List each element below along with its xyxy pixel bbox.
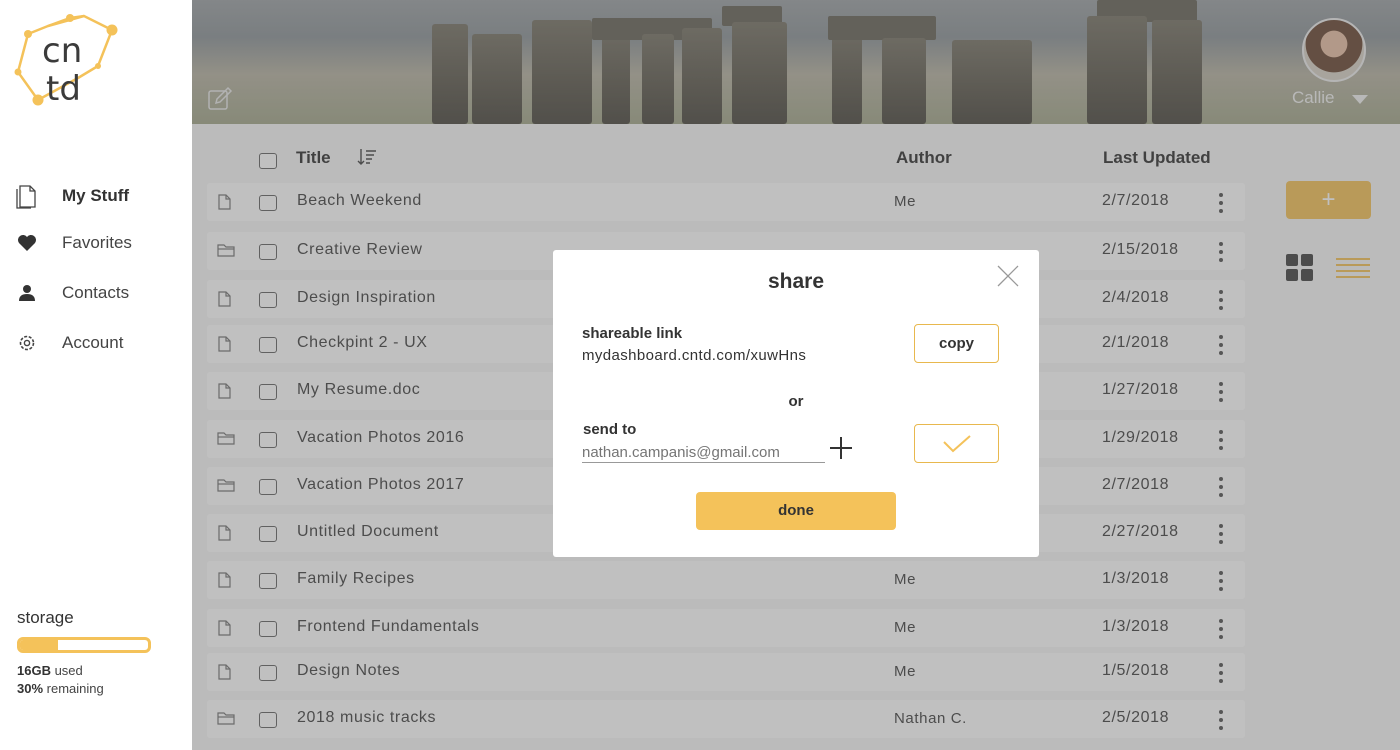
storage-title: storage — [17, 608, 74, 627]
sidebar-item-label: My Stuff — [62, 186, 130, 205]
send-to-label: send to — [583, 421, 637, 438]
storage-panel: storage 16GB used 30% remaining — [17, 608, 177, 696]
checkmark-icon — [942, 435, 971, 453]
email-field[interactable] — [582, 443, 825, 463]
logo-text-line1: cn — [42, 31, 82, 71]
sidebar-item-label: Contacts — [62, 283, 130, 302]
copy-button[interactable]: copy — [914, 324, 999, 363]
storage-used-value: 16GB — [17, 663, 51, 678]
close-icon[interactable] — [996, 264, 1020, 288]
storage-remaining-value: 30% — [17, 681, 44, 696]
storage-remaining-suffix: remaining — [43, 681, 104, 696]
logo-text-line2: td — [46, 69, 81, 109]
sidebar: cn td My Stuff Favorites Contacts Accoun… — [0, 0, 192, 750]
storage-bar — [17, 637, 151, 653]
share-modal: share shareable link mydashboard.cntd.co… — [553, 250, 1039, 557]
sidebar-item-label: Account — [62, 333, 124, 352]
or-divider-text: or — [788, 393, 804, 410]
document-icon — [16, 184, 38, 209]
done-button[interactable]: done — [696, 492, 896, 530]
storage-used: 16GB used — [17, 663, 177, 678]
shareable-link-label: shareable link — [582, 325, 683, 342]
heart-icon — [16, 231, 38, 255]
person-icon — [16, 281, 38, 305]
storage-remaining: 30% remaining — [17, 681, 177, 696]
sidebar-item-contacts[interactable]: Contacts — [0, 275, 192, 311]
shareable-link-value[interactable]: mydashboard.cntd.com/xuwHns — [582, 347, 806, 364]
gear-icon — [16, 331, 38, 355]
sidebar-item-my-stuff[interactable]: My Stuff — [0, 178, 192, 214]
cntd-logo[interactable]: cn td — [12, 12, 122, 112]
storage-bar-fill — [20, 640, 59, 650]
modal-title: share — [767, 270, 825, 293]
sidebar-item-favorites[interactable]: Favorites — [0, 225, 192, 261]
storage-used-suffix: used — [50, 663, 83, 678]
add-recipient-icon[interactable] — [830, 437, 852, 459]
sidebar-item-account[interactable]: Account — [0, 325, 192, 361]
sidebar-item-label: Favorites — [62, 233, 132, 252]
send-button[interactable] — [914, 424, 999, 463]
